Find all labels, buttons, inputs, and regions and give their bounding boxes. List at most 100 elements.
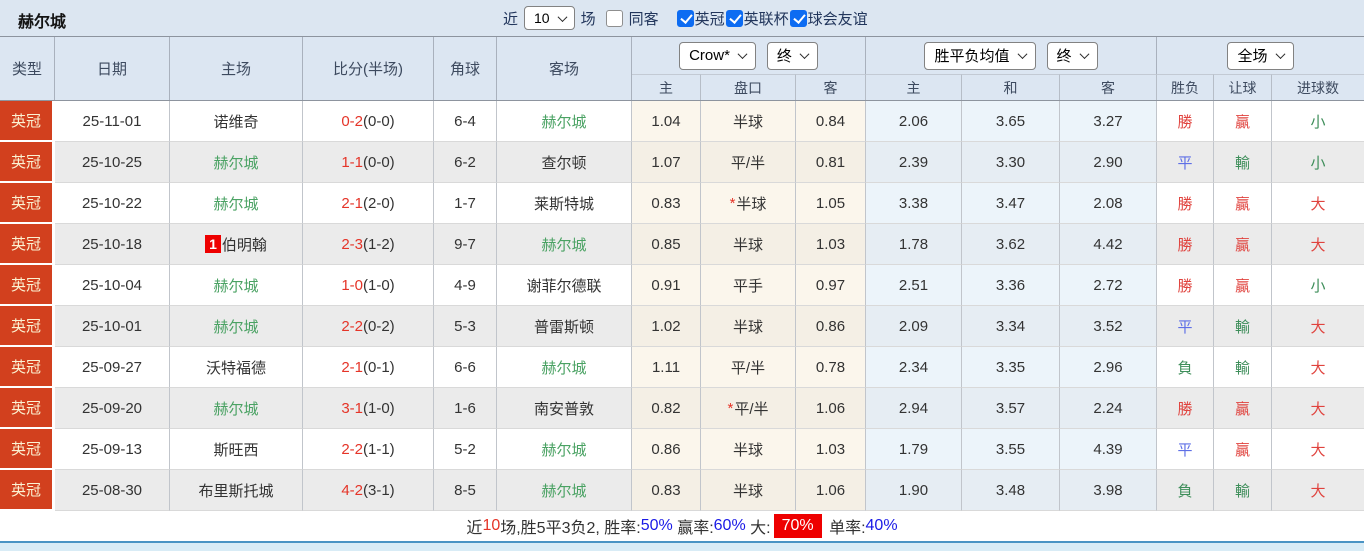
- home-team-cell: 赫尔城: [170, 183, 303, 224]
- away-team-name: 莱斯特城: [533, 195, 594, 213]
- league-cell: 英冠: [0, 306, 55, 347]
- league-filter-checkbox[interactable]: [676, 9, 694, 27]
- full-time-score: 2-1: [341, 194, 363, 212]
- home-team-name: 赫尔城: [213, 195, 259, 213]
- odds-average-select-value: 胜平负均值: [934, 48, 1010, 65]
- result-goals-cell: 小: [1272, 265, 1364, 306]
- result-wdl-cell: 平: [1157, 142, 1214, 183]
- full-match-select[interactable]: 全场: [1227, 41, 1294, 70]
- full-time-score: 3-1: [341, 399, 363, 417]
- result-handicap-cell: 輸: [1214, 142, 1272, 183]
- half-time-score: (3-1): [363, 481, 395, 499]
- odds-home-cell: 1.79: [866, 429, 962, 470]
- subcol-result-wdl: 胜负: [1157, 74, 1214, 100]
- away-team-name: 南安普敦: [533, 400, 594, 418]
- recent-count-select[interactable]: 10: [524, 6, 575, 30]
- bookmaker-select[interactable]: Crow*: [679, 41, 756, 70]
- away-team-name: 赫尔城: [541, 113, 587, 131]
- league-filter-checkbox[interactable]: [725, 9, 743, 27]
- league-filter: 英联杯: [725, 8, 790, 29]
- subcol-result-handicap: 让球: [1214, 74, 1272, 100]
- subcol-ah-home: 主: [632, 74, 701, 100]
- odds-draw-cell: 3.65: [962, 101, 1060, 142]
- ah-away-odds-cell: 1.03: [796, 224, 866, 265]
- match-row: 英冠 25-10-25 赫尔城 1-1 (0-0) 6-2 查尔顿 1.07 平/半 0.81 2.…: [0, 142, 1364, 183]
- top-filter-bar: 赫尔城 近 10 场 同客 英冠 英联杯 球会友谊: [0, 0, 1364, 37]
- match-row: 英冠 25-08-30 布里斯托城 4-2 (3-1) 8-5 赫尔城 0.83 半球 1.06 1…: [0, 470, 1364, 511]
- odds-average-select[interactable]: 胜平负均值: [924, 41, 1036, 70]
- result-handicap-cell: 輸: [1214, 470, 1272, 511]
- odds-away-cell: 3.52: [1060, 306, 1157, 347]
- odds-draw-cell: 3.57: [962, 388, 1060, 429]
- summary-segment: 10: [482, 517, 501, 534]
- score-cell: 2-2 (0-2): [303, 306, 434, 347]
- half-time-score: (0-2): [363, 317, 395, 335]
- result-wdl-cell: 勝: [1157, 101, 1214, 142]
- odds-draw-cell: 3.34: [962, 306, 1060, 347]
- handicap-time-select[interactable]: 终: [766, 41, 818, 70]
- ah-away-odds-cell: 0.86: [796, 306, 866, 347]
- same-opponent-label: 同客: [628, 10, 659, 28]
- handicap-line-cell: 半球: [701, 470, 796, 511]
- ah-home-odds-cell: 0.91: [632, 265, 701, 306]
- odds-draw-cell: 3.36: [962, 265, 1060, 306]
- away-team-cell: 谢菲尔德联: [497, 265, 632, 306]
- away-team-name: 赫尔城: [541, 359, 587, 377]
- home-team-cell: 赫尔城: [170, 142, 303, 183]
- corners-cell: 6-4: [434, 101, 497, 142]
- home-team-name: 布里斯托城: [198, 482, 274, 500]
- away-team-cell: 普雷斯顿: [497, 306, 632, 347]
- result-wdl-cell: 負: [1157, 347, 1214, 388]
- odds-time-select[interactable]: 终: [1046, 41, 1098, 70]
- handicap-line-cell: 平手: [701, 265, 796, 306]
- result-goals-cell: 大: [1272, 429, 1364, 470]
- home-team-cell: 赫尔城: [170, 265, 303, 306]
- chevron-down-icon: [799, 49, 810, 60]
- corners-cell: 4-9: [434, 265, 497, 306]
- handicap-line-text: 半球: [732, 318, 763, 336]
- col-header-away: 客场: [497, 37, 632, 100]
- rank-badge: 1: [205, 235, 221, 253]
- handicap-time-select-value: 终: [776, 48, 792, 65]
- result-wdl-cell: 平: [1157, 306, 1214, 347]
- odds-away-cell: 3.98: [1060, 470, 1157, 511]
- result-goals-cell: 大: [1272, 470, 1364, 511]
- home-team-name: 斯旺西: [213, 441, 259, 459]
- home-team-cell: 1 伯明翰: [170, 224, 303, 265]
- bottom-strip: [0, 541, 1364, 551]
- match-row: 英冠 25-09-13 斯旺西 2-2 (1-1) 5-2 赫尔城 0.86 半球 1.03 1.7…: [0, 429, 1364, 470]
- handicap-line-text: 半球: [732, 113, 763, 131]
- result-wdl-cell: 勝: [1157, 265, 1214, 306]
- away-team-cell: 赫尔城: [497, 101, 632, 142]
- league-cell: 英冠: [0, 470, 55, 511]
- match-row: 英冠 25-10-01 赫尔城 2-2 (0-2) 5-3 普雷斯顿 1.02 半球 0.86 2.…: [0, 306, 1364, 347]
- ah-away-odds-cell: 0.81: [796, 142, 866, 183]
- odds-draw-cell: 3.30: [962, 142, 1060, 183]
- odds-home-cell: 1.78: [866, 224, 962, 265]
- col-header-corners: 角球: [434, 37, 497, 100]
- corners-cell: 5-2: [434, 429, 497, 470]
- date-cell: 25-10-25: [55, 142, 170, 183]
- half-time-score: (0-1): [363, 358, 395, 376]
- handicap-line-text: 平手: [732, 277, 763, 295]
- result-handicap-cell: 贏: [1214, 224, 1272, 265]
- league-cell: 英冠: [0, 142, 55, 183]
- summary-segment: 赢率:: [672, 520, 714, 537]
- ah-home-odds-cell: 1.04: [632, 101, 701, 142]
- half-time-score: (1-0): [363, 399, 395, 417]
- odds-home-cell: 2.06: [866, 101, 962, 142]
- score-cell: 2-3 (1-2): [303, 224, 434, 265]
- score-cell: 4-2 (3-1): [303, 470, 434, 511]
- odds-draw-cell: 3.55: [962, 429, 1060, 470]
- result-handicap-cell: 贏: [1214, 101, 1272, 142]
- date-cell: 25-10-01: [55, 306, 170, 347]
- same-opponent-checkbox[interactable]: [605, 9, 623, 27]
- league-filter-checkbox[interactable]: [789, 9, 807, 27]
- odds-away-cell: 2.96: [1060, 347, 1157, 388]
- full-time-score: 1-1: [341, 153, 363, 171]
- corners-cell: 1-6: [434, 388, 497, 429]
- result-goals-cell: 大: [1272, 224, 1364, 265]
- half-time-score: (1-1): [363, 440, 395, 458]
- result-goals-cell: 大: [1272, 388, 1364, 429]
- result-wdl-cell: 負: [1157, 470, 1214, 511]
